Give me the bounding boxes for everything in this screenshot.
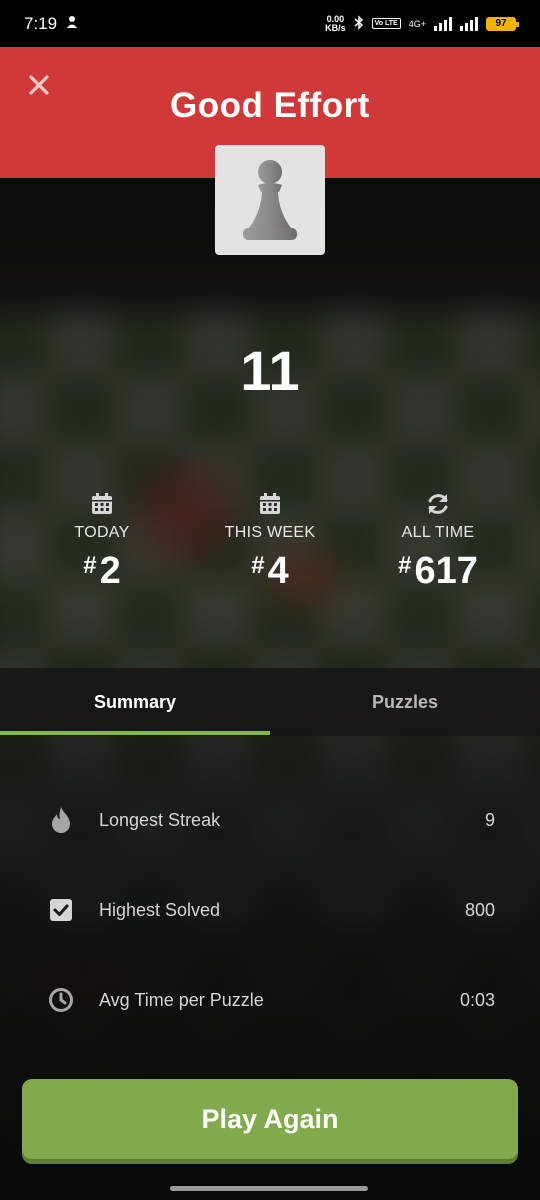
tab-puzzles[interactable]: Puzzles	[270, 668, 540, 736]
tab-summary[interactable]: Summary	[0, 668, 270, 736]
flame-icon	[52, 807, 70, 833]
network-type: 4G+	[408, 18, 426, 29]
ranking-value: #617	[398, 550, 478, 592]
ranking-today: TODAY #2	[17, 490, 187, 593]
page-title: Good Effort	[170, 86, 370, 125]
ranking-label: TODAY	[74, 524, 130, 541]
summary-value: 9	[484, 809, 495, 830]
play-again-button[interactable]: Play Again	[22, 1079, 518, 1159]
volte-badge: Vo LTE	[371, 18, 401, 29]
ranking-label: THIS WEEK	[224, 524, 316, 541]
summary-row-avg-time: Avg Time per Puzzle 0:03	[0, 955, 540, 1045]
calendar-icon	[92, 493, 112, 514]
clock-icon	[49, 988, 73, 1012]
ranking-value: #2	[83, 550, 121, 592]
puzzle-score: 11	[240, 339, 300, 402]
ranking-all-time: ALL TIME #617	[353, 490, 523, 593]
rankings: TODAY #2 THIS WEEK #4 ALL TIME #617	[0, 490, 540, 600]
active-tab-indicator	[0, 731, 270, 735]
battery-icon: 97	[486, 16, 519, 31]
status-bar: 7:19 0.00 KB/s Vo LTE 4G+ 97	[0, 0, 540, 47]
calendar-icon	[260, 493, 280, 514]
ranking-label: ALL TIME	[401, 524, 475, 541]
summary-value: 800	[464, 899, 495, 920]
ranking-value: #4	[251, 550, 289, 592]
summary-label: Avg Time per Puzzle	[99, 989, 264, 1010]
summary-row-longest-streak: Longest Streak 9	[0, 775, 540, 865]
summary-label: Longest Streak	[99, 809, 221, 830]
signal-strength-icon	[460, 16, 478, 31]
checkbox-icon	[50, 899, 72, 921]
ranking-this-week: THIS WEEK #4	[185, 490, 355, 593]
signal-strength-icon	[434, 16, 452, 31]
home-indicator[interactable]	[170, 1186, 368, 1191]
refresh-icon	[428, 494, 448, 514]
pawn-icon	[243, 160, 297, 240]
network-speed: 0.00 KB/s	[325, 13, 346, 33]
status-time: 7:19	[24, 13, 58, 33]
summary-row-highest-solved: Highest Solved 800	[0, 865, 540, 955]
bluetooth-icon	[354, 14, 364, 33]
pawn-avatar	[215, 145, 325, 255]
notification-icon	[65, 14, 79, 34]
summary-value: 0:03	[459, 989, 495, 1010]
tab-bar: Summary Puzzles	[0, 668, 540, 736]
summary-label: Highest Solved	[99, 899, 221, 920]
